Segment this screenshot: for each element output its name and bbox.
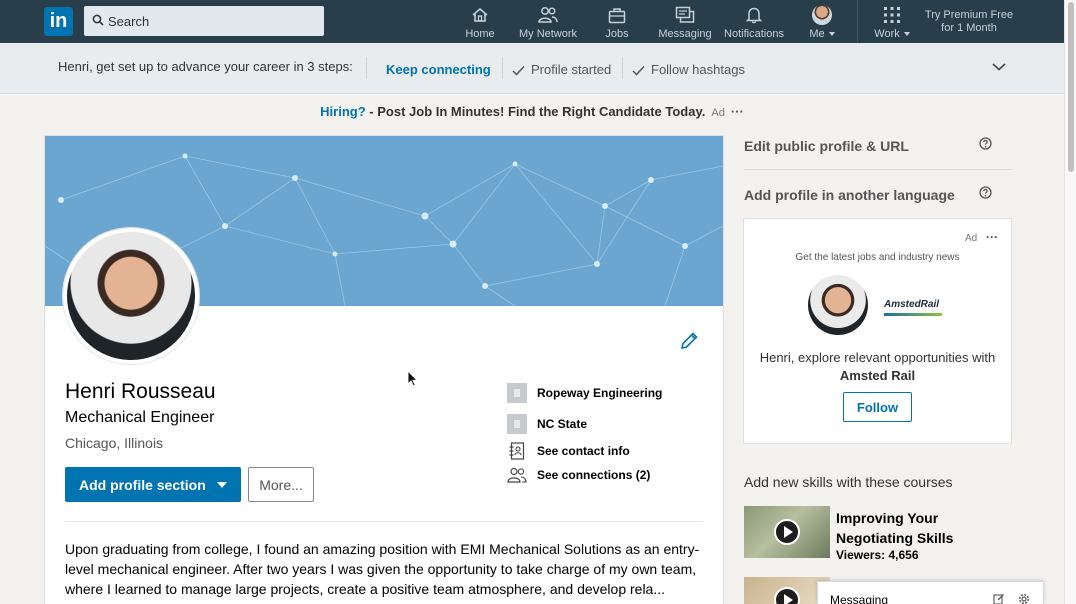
nav-my-network-label: My Network bbox=[518, 28, 578, 40]
nav-me[interactable]: Me bbox=[806, 5, 838, 41]
messaging-overlay[interactable]: Messaging bbox=[817, 581, 1044, 604]
search-input[interactable] bbox=[108, 6, 318, 36]
gear-icon[interactable] bbox=[1018, 593, 1030, 604]
profile-name: Henri Rousseau bbox=[65, 380, 216, 403]
nav-work-label: Work bbox=[870, 28, 914, 40]
setup-steps-bar: Henri, get set up to advance your career… bbox=[0, 43, 1064, 94]
scrollbar-thumb[interactable] bbox=[1068, 2, 1074, 172]
chevron-down-icon bbox=[903, 32, 910, 37]
courses-section-title: Add new skills with these courses bbox=[744, 474, 953, 490]
school-logo-icon bbox=[507, 414, 527, 434]
ad-dash: - bbox=[365, 104, 378, 119]
page-scrollbar[interactable] bbox=[1064, 0, 1076, 604]
more-button[interactable]: More... bbox=[248, 467, 314, 502]
course-viewers: Viewers: 4,656 bbox=[836, 548, 919, 562]
add-profile-language-link[interactable]: Add profile in another language bbox=[744, 187, 955, 203]
briefcase-icon bbox=[608, 7, 626, 23]
nav-notifications-label: Notifications bbox=[724, 28, 784, 40]
contact-card-icon bbox=[509, 442, 525, 460]
profile-headline: Mechanical Engineer bbox=[65, 409, 215, 426]
nav-home-label: Home bbox=[465, 28, 495, 40]
chevron-down-icon[interactable] bbox=[992, 63, 1006, 71]
nav-me-label: Me bbox=[806, 28, 838, 40]
follow-button[interactable]: Follow bbox=[843, 392, 912, 422]
course-title[interactable]: Improving Your Negotiating Skills bbox=[836, 508, 1006, 548]
top-nav-bar: in Home My Network Jobs Messaging Notifi… bbox=[0, 0, 1064, 43]
nav-work[interactable]: Work bbox=[870, 5, 914, 41]
ad-brand-name: Amsted Rail bbox=[839, 368, 916, 383]
premium-line-2: for 1 Month bbox=[941, 22, 997, 34]
chevron-down-icon bbox=[217, 482, 227, 488]
ad-message: Henri, explore relevant opportunities wi… bbox=[759, 350, 996, 383]
ad-subtitle: Get the latest jobs and industry news bbox=[795, 252, 960, 263]
linkedin-logo[interactable]: in bbox=[44, 7, 73, 36]
premium-line-1: Try Premium Free bbox=[924, 9, 1014, 21]
avatar bbox=[808, 275, 868, 335]
steps-divider bbox=[366, 57, 367, 79]
search-box[interactable] bbox=[84, 6, 324, 36]
hiring-ad-banner[interactable]: Hiring? - Post Job In Minutes! Find the … bbox=[0, 104, 1064, 119]
messaging-icon bbox=[675, 6, 695, 23]
keep-connecting-link[interactable]: Keep connecting bbox=[386, 62, 491, 77]
profile-summary: Upon graduating from college, I found an… bbox=[65, 541, 700, 597]
section-divider bbox=[65, 521, 703, 522]
step-profile-started[interactable]: Profile started bbox=[512, 62, 611, 77]
messaging-label: Messaging bbox=[830, 593, 889, 604]
profile-photo[interactable] bbox=[63, 228, 199, 364]
play-icon[interactable] bbox=[774, 587, 800, 604]
avatar bbox=[812, 5, 832, 25]
edit-public-profile-link[interactable]: Edit public profile & URL bbox=[744, 138, 909, 154]
current-company[interactable]: Ropeway Engineering bbox=[507, 383, 662, 403]
chevron-down-icon bbox=[828, 32, 835, 37]
more-options-icon[interactable]: ··· bbox=[731, 104, 744, 119]
more-options-icon[interactable]: ··· bbox=[986, 230, 998, 244]
nav-messaging-label: Messaging bbox=[658, 28, 712, 40]
education-school[interactable]: NC State bbox=[507, 414, 587, 434]
brand-logo-stripe bbox=[884, 313, 942, 316]
amsted-rail-logo: AmstedRail bbox=[884, 299, 940, 310]
help-icon[interactable] bbox=[979, 137, 992, 150]
check-icon bbox=[512, 65, 525, 76]
nav-messaging[interactable]: Messaging bbox=[656, 5, 714, 41]
nav-jobs-label: Jobs bbox=[605, 28, 629, 40]
edit-pencil-icon[interactable] bbox=[679, 331, 699, 351]
search-icon bbox=[92, 14, 104, 26]
nav-home[interactable]: Home bbox=[462, 5, 498, 41]
course-thumbnail[interactable] bbox=[744, 506, 830, 558]
steps-divider bbox=[502, 57, 503, 79]
see-connections-link[interactable]: See connections (2) bbox=[507, 465, 650, 485]
add-profile-section-label: Add profile section bbox=[79, 476, 206, 493]
company-logo-icon bbox=[507, 383, 527, 403]
profile-card: Henri Rousseau Mechanical Engineer Chica… bbox=[44, 135, 724, 604]
step-follow-hashtags[interactable]: Follow hashtags bbox=[632, 62, 745, 77]
steps-divider bbox=[622, 57, 623, 79]
ad-text: Post Job In Minutes! Find the Right Cand… bbox=[377, 104, 706, 119]
steps-intro: Henri, get set up to advance your career… bbox=[58, 59, 353, 74]
nav-notifications[interactable]: Notifications bbox=[722, 5, 786, 41]
network-icon bbox=[538, 7, 558, 23]
try-premium-link[interactable]: Try Premium Free for 1 Month bbox=[917, 9, 1021, 35]
nav-divider bbox=[857, 0, 858, 43]
profile-location: Chicago, Illinois bbox=[65, 435, 164, 451]
add-profile-section-button[interactable]: Add profile section bbox=[65, 467, 241, 502]
nav-my-network[interactable]: My Network bbox=[516, 5, 580, 41]
ad-hiring-link[interactable]: Hiring? bbox=[320, 104, 366, 119]
grid-icon bbox=[884, 7, 900, 23]
bell-icon bbox=[745, 7, 763, 24]
check-icon bbox=[632, 65, 645, 76]
play-icon[interactable] bbox=[774, 519, 800, 545]
ad-tag: Ad bbox=[965, 233, 978, 244]
sponsored-ad-card: Ad ··· Get the latest jobs and industry … bbox=[743, 218, 1012, 444]
mouse-cursor-icon bbox=[407, 370, 418, 387]
right-rail-divider bbox=[744, 169, 1012, 170]
help-icon[interactable] bbox=[979, 186, 992, 199]
nav-jobs[interactable]: Jobs bbox=[602, 5, 632, 41]
home-icon bbox=[472, 7, 488, 22]
see-contact-info-link[interactable]: See contact info bbox=[507, 441, 630, 461]
compose-icon[interactable] bbox=[993, 593, 1005, 604]
ad-tag: Ad bbox=[711, 107, 725, 119]
connections-icon bbox=[507, 467, 527, 483]
